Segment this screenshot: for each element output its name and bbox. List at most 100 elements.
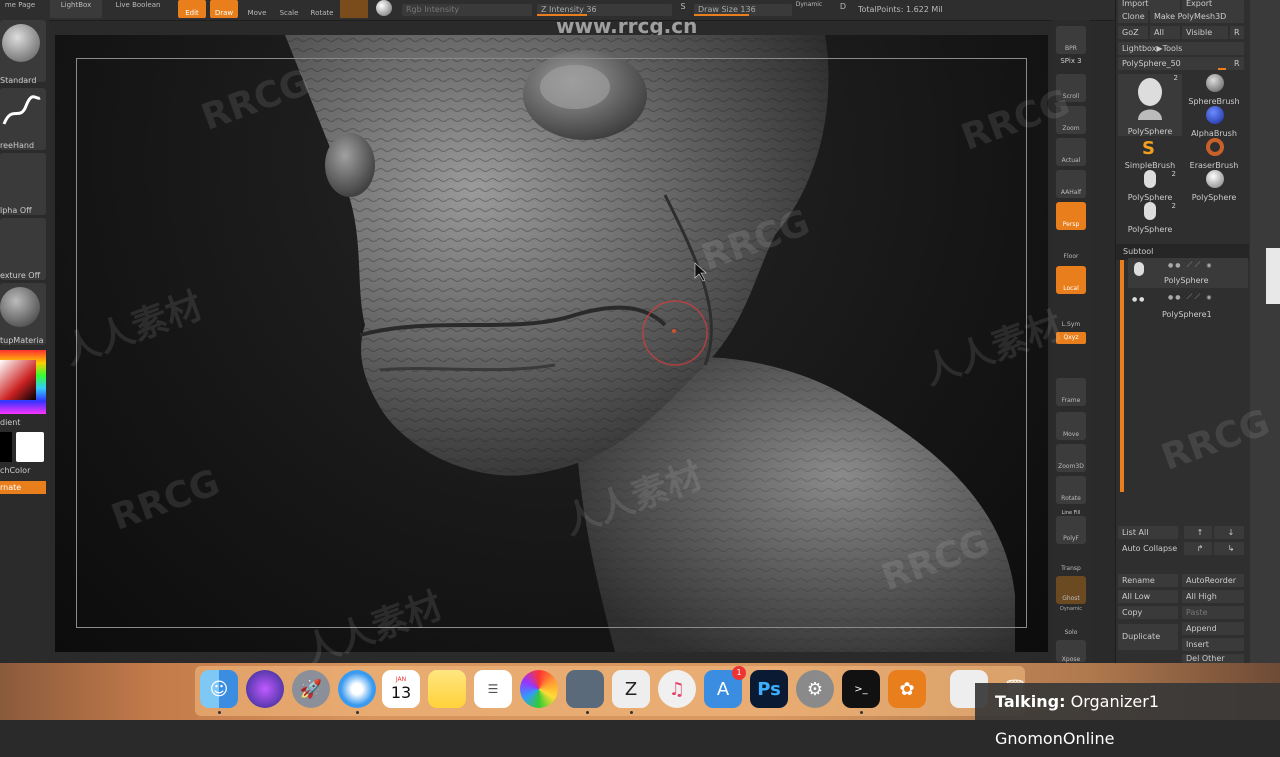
draw-size-slider[interactable]: Draw Size 136	[694, 4, 792, 16]
tool-simplebrush[interactable]: S SimpleBrush	[1118, 138, 1182, 170]
scroll-button[interactable]: Scroll	[1056, 74, 1086, 102]
rename-button[interactable]: Rename	[1118, 574, 1178, 587]
lsym-button[interactable]: L.Sym	[1056, 302, 1086, 330]
frame-button[interactable]: Frame	[1056, 378, 1086, 406]
app-store-icon[interactable]: A 1	[704, 666, 746, 708]
zoom3d-button[interactable]: Zoom3D	[1056, 444, 1086, 472]
paste-button[interactable]: Paste	[1182, 606, 1244, 619]
goz-button[interactable]: GoZ	[1118, 26, 1148, 39]
ghost-button[interactable]: Ghost	[1056, 576, 1086, 604]
list-all-button[interactable]: List All	[1118, 526, 1178, 539]
clone-button[interactable]: Clone	[1118, 10, 1148, 23]
transp-button[interactable]: Transp	[1056, 546, 1086, 574]
material-label: tupMateria	[0, 336, 44, 345]
rgb-intensity-slider[interactable]: Rgb Intensity	[402, 4, 532, 16]
solo-button[interactable]: Solo	[1056, 610, 1086, 638]
subtool-toggles[interactable]: ●● ／／ ◉	[1168, 260, 1244, 269]
notes-icon[interactable]	[428, 670, 466, 708]
tool-polysphere-2[interactable]: PolySphere 2	[1118, 170, 1182, 202]
lightbox-tools-button[interactable]: Lightbox▶Tools	[1118, 42, 1244, 55]
all-low-button[interactable]: All Low	[1118, 590, 1178, 603]
polyf-button[interactable]: PolyF	[1056, 516, 1086, 544]
tool-eraserbrush[interactable]: EraserBrush	[1182, 138, 1246, 170]
copy-button[interactable]: Copy	[1118, 606, 1178, 619]
calendar-icon[interactable]: JAN 13	[382, 670, 420, 708]
spix-readout[interactable]: SPix 3	[1056, 57, 1086, 65]
home-page-button[interactable]: me Page	[0, 0, 40, 18]
subtool-item-polysphere[interactable]: ●● ／／ ◉ PolySphere	[1128, 258, 1248, 288]
tool-polysphere-main[interactable]: PolySphere 2	[1118, 74, 1182, 136]
finder-icon[interactable]: ☺	[200, 670, 238, 708]
live-boolean-button[interactable]: Live Boolean	[108, 0, 168, 18]
material-swatch[interactable]	[340, 0, 368, 18]
duplicate-button[interactable]: Duplicate	[1118, 624, 1178, 650]
photos-icon[interactable]	[520, 670, 558, 708]
append-button[interactable]: Append	[1182, 622, 1244, 635]
subtool-item-polysphere1[interactable]: ● ● ●● ／／ ◉ PolySphere1	[1128, 290, 1248, 320]
xpose-button[interactable]: Xpose	[1056, 640, 1086, 663]
switch-color-label[interactable]: chColor	[0, 466, 46, 475]
tool-polysphere-3[interactable]: PolySphere	[1182, 170, 1246, 202]
tool-polysphere-4[interactable]: PolySphere 2	[1118, 202, 1182, 234]
tool-spherebrush[interactable]: SphereBrush	[1182, 74, 1246, 106]
safari-icon[interactable]	[338, 670, 376, 708]
export-button[interactable]: Export	[1182, 0, 1244, 10]
all-high-button[interactable]: All High	[1182, 590, 1244, 603]
move-up-button[interactable]: ↱	[1184, 542, 1212, 555]
bpr-button[interactable]: BPR	[1056, 26, 1086, 54]
del-other-button[interactable]: Del Other	[1182, 654, 1244, 663]
local-button[interactable]: Local	[1056, 266, 1086, 294]
auto-collapse-button[interactable]: Auto Collapse	[1118, 542, 1178, 555]
move-button[interactable]: Move	[244, 0, 270, 18]
flower-app-icon[interactable]: ✿	[888, 670, 926, 708]
dynamic-toggle[interactable]: Dynamic	[794, 0, 824, 18]
all-button[interactable]: All	[1150, 26, 1180, 39]
actual-button[interactable]: Actual	[1056, 138, 1086, 166]
siri-icon[interactable]	[246, 670, 284, 708]
aahalf-button[interactable]: AAHalf	[1056, 170, 1086, 198]
main-color-swatch[interactable]	[16, 432, 44, 462]
zoom-button[interactable]: Zoom	[1056, 106, 1086, 134]
rotate-button[interactable]: Rotate	[308, 0, 336, 18]
draw-button[interactable]: Draw	[210, 0, 238, 18]
floor-button[interactable]: Floor	[1056, 234, 1086, 262]
move-label: Move	[247, 9, 267, 17]
insert-button[interactable]: Insert	[1182, 638, 1244, 651]
reminders-icon[interactable]: ☰	[474, 670, 512, 708]
photoshop-icon[interactable]: Ps	[750, 670, 788, 708]
itunes-icon[interactable]: ♫	[658, 670, 696, 708]
standard-brush-button[interactable]	[0, 20, 46, 82]
rotate-view-button[interactable]: Rotate	[1056, 476, 1086, 504]
terminal-icon[interactable]: >_	[842, 670, 880, 708]
import-button[interactable]: Import	[1118, 0, 1180, 10]
r2-button[interactable]: R	[1230, 57, 1244, 70]
alternate-button[interactable]: rnate	[0, 481, 46, 494]
launchpad-icon[interactable]: 🚀	[292, 670, 330, 708]
move-down-button[interactable]: ↳	[1214, 542, 1244, 555]
make-polymesh-button[interactable]: Make PolyMesh3D	[1150, 10, 1244, 23]
subtool-toggles[interactable]: ●● ／／ ◉	[1168, 292, 1244, 301]
color-picker[interactable]	[0, 350, 46, 414]
r-button[interactable]: R	[1230, 26, 1244, 39]
preview-icon[interactable]	[566, 670, 604, 708]
side-scrollbar-thumb[interactable]	[1266, 248, 1280, 304]
sculpt-viewport[interactable]	[55, 35, 1048, 652]
move-view-button[interactable]: Move	[1056, 412, 1086, 440]
tool-alphabrush[interactable]: AlphaBrush	[1182, 106, 1246, 138]
edit-button[interactable]: Edit	[178, 0, 206, 18]
zbrush-icon[interactable]: Z	[612, 670, 650, 708]
visible-button[interactable]: Visible	[1182, 26, 1228, 39]
arrow-up-button[interactable]: ↑	[1184, 526, 1212, 539]
system-preferences-icon[interactable]: ⚙	[796, 670, 834, 708]
color-sphere-icon[interactable]	[376, 0, 396, 18]
polysphere-slider[interactable]: PolySphere_50	[1118, 57, 1230, 70]
lightbox-button[interactable]: LightBox	[50, 0, 102, 18]
color-picker-square[interactable]	[0, 360, 36, 400]
persp-button[interactable]: Persp	[1056, 202, 1086, 230]
subtool-scrollbar[interactable]	[1120, 260, 1124, 492]
xyz-toggle[interactable]: Qxyz	[1056, 332, 1086, 344]
auto-reorder-button[interactable]: AutoReorder	[1182, 574, 1244, 587]
arrow-down-button[interactable]: ↓	[1214, 526, 1244, 539]
secondary-color-swatch[interactable]	[0, 432, 12, 462]
scale-button[interactable]: Scale	[276, 0, 302, 18]
